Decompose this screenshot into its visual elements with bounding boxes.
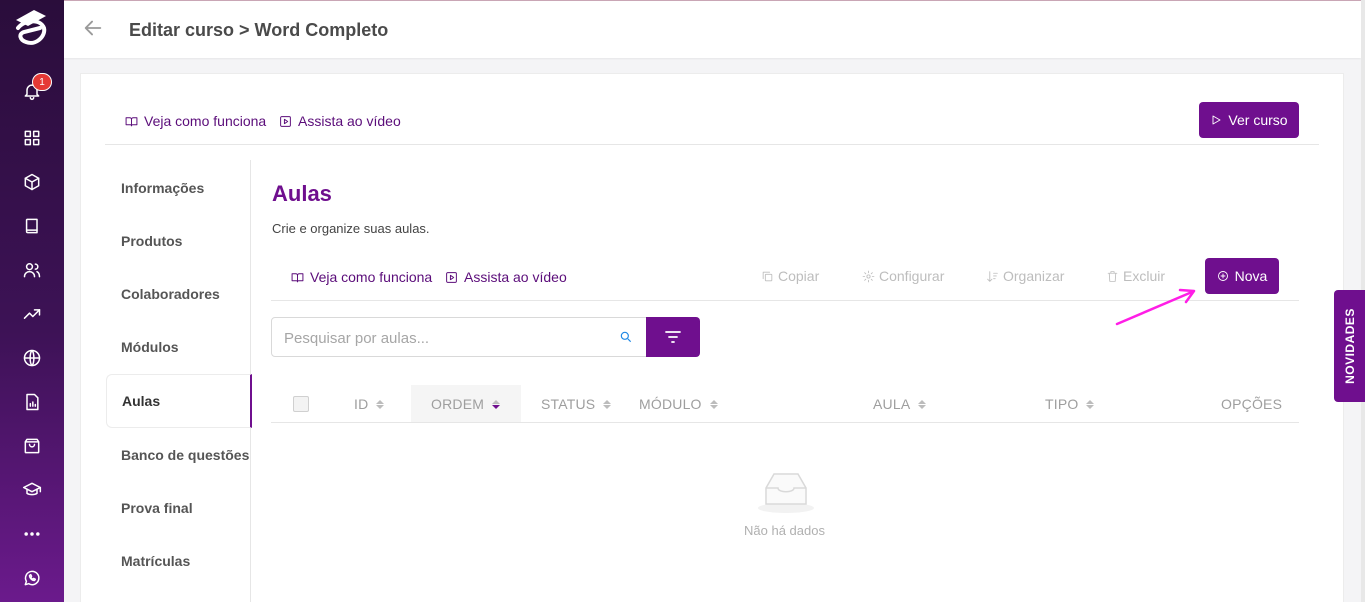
sort-icon (603, 399, 612, 409)
column-label-opcoes: OPÇÕES (1221, 396, 1283, 412)
book-open-icon (125, 116, 138, 126)
column-header-modulo[interactable]: MÓDULO (639, 396, 718, 412)
annotation-arrow-icon (1115, 288, 1196, 326)
copy-button[interactable]: Copiar (761, 268, 819, 284)
book-icon[interactable] (20, 214, 44, 238)
menu-item-matriculas[interactable]: Matrículas (121, 553, 190, 569)
section-watch-video-label: Assista ao vídeo (464, 269, 567, 285)
search-icon[interactable] (619, 330, 633, 344)
column-label-id: ID (354, 396, 369, 412)
sort-icon (709, 399, 718, 409)
column-header-id[interactable]: ID (354, 396, 385, 412)
copy-icon (762, 271, 773, 281)
more-icon[interactable] (20, 522, 44, 546)
delete-button[interactable]: Excluir (1106, 268, 1165, 284)
select-all-checkbox[interactable] (293, 396, 309, 412)
table-header: ID ORDEM STATUS MÓDULO AULA TIPO OPÇÕES (271, 385, 1299, 423)
top-header: Editar curso > Word Completo (64, 0, 1361, 58)
empty-state-text: Não há dados (744, 523, 825, 538)
menu-item-informacoes[interactable]: Informações (121, 180, 204, 196)
page-title: Editar curso > Word Completo (129, 20, 389, 40)
watch-video-label: Assista ao vídeo (298, 113, 401, 129)
section-how-it-works-label: Veja como funciona (310, 269, 433, 285)
section-watch-video-link[interactable]: Assista ao vídeo (445, 269, 567, 285)
logo-icon[interactable] (10, 6, 54, 50)
header-divider (105, 144, 1319, 145)
grid-icon[interactable] (20, 126, 44, 150)
configure-label: Configurar (879, 268, 945, 284)
configure-button[interactable]: Configurar (862, 268, 944, 284)
column-header-opcoes: OPÇÕES (1221, 396, 1282, 412)
menu-item-modulos[interactable]: Módulos (121, 339, 179, 355)
bag-icon[interactable] (20, 434, 44, 458)
column-header-tipo[interactable]: TIPO (1045, 396, 1095, 412)
sort-icon (1086, 399, 1095, 409)
copy-label: Copiar (778, 268, 820, 284)
box-icon[interactable] (20, 170, 44, 194)
left-nav-rail: 1 (0, 0, 64, 602)
whatsapp-icon[interactable] (20, 566, 44, 590)
new-lesson-button[interactable]: Nova (1205, 258, 1279, 294)
globe-icon[interactable] (20, 346, 44, 370)
users-icon[interactable] (20, 258, 44, 282)
trending-icon[interactable] (20, 302, 44, 326)
organize-button[interactable]: Organizar (986, 268, 1064, 284)
notification-badge: 1 (32, 73, 52, 91)
search-input[interactable] (284, 328, 604, 348)
novidades-tab[interactable]: NOVIDADES (1334, 290, 1365, 402)
watch-video-link[interactable]: Assista ao vídeo (279, 113, 401, 129)
menu-item-produtos[interactable]: Produtos (121, 233, 182, 249)
column-label-aula: AULA (873, 396, 911, 412)
how-it-works-label: Veja como funciona (144, 113, 267, 129)
organize-label: Organizar (1003, 268, 1065, 284)
column-header-status[interactable]: STATUS (541, 396, 612, 412)
search-box (271, 317, 647, 357)
section-title: Aulas (272, 181, 332, 206)
column-label-ordem: ORDEM (431, 396, 485, 412)
gear-icon (862, 270, 875, 282)
column-header-aula[interactable]: AULA (873, 396, 927, 412)
filter-icon (665, 331, 681, 343)
menu-item-aulas[interactable]: Aulas (122, 393, 160, 409)
plus-circle-icon (1217, 271, 1228, 281)
menu-item-banco-de-questoes[interactable]: Banco de questões (121, 447, 249, 463)
back-arrow-icon[interactable] (82, 17, 106, 41)
section-subtitle: Crie e organize suas aulas. (272, 221, 430, 236)
menu-item-prova-final[interactable]: Prova final (121, 500, 193, 516)
play-icon (1212, 115, 1221, 125)
trash-icon (1107, 270, 1118, 282)
filter-button[interactable] (646, 317, 700, 357)
column-label-status: STATUS (541, 396, 596, 412)
content-card (80, 73, 1344, 602)
empty-inbox-icon (758, 473, 814, 513)
column-label-tipo: TIPO (1045, 396, 1079, 412)
sort-icon (376, 399, 385, 409)
report-icon[interactable] (20, 390, 44, 414)
view-course-button[interactable]: Ver curso (1199, 102, 1299, 138)
video-icon (446, 271, 457, 283)
delete-label: Excluir (1123, 268, 1166, 284)
menu-item-colaboradores[interactable]: Colaboradores (121, 286, 220, 302)
video-icon (280, 115, 291, 127)
view-course-label: Ver curso (1228, 112, 1288, 128)
column-label-modulo: MÓDULO (639, 396, 702, 412)
column-header-ordem[interactable]: ORDEM (431, 396, 501, 412)
how-it-works-link[interactable]: Veja como funciona (125, 113, 266, 129)
new-lesson-label: Nova (1234, 268, 1268, 284)
graduation-cap-icon[interactable] (20, 478, 44, 502)
sort-icon (987, 270, 998, 282)
section-how-it-works-link[interactable]: Veja como funciona (291, 269, 432, 285)
novidades-label: NOVIDADES (1342, 308, 1357, 384)
book-open-icon (291, 272, 304, 282)
sort-icon (492, 399, 501, 409)
sort-icon (918, 399, 927, 409)
